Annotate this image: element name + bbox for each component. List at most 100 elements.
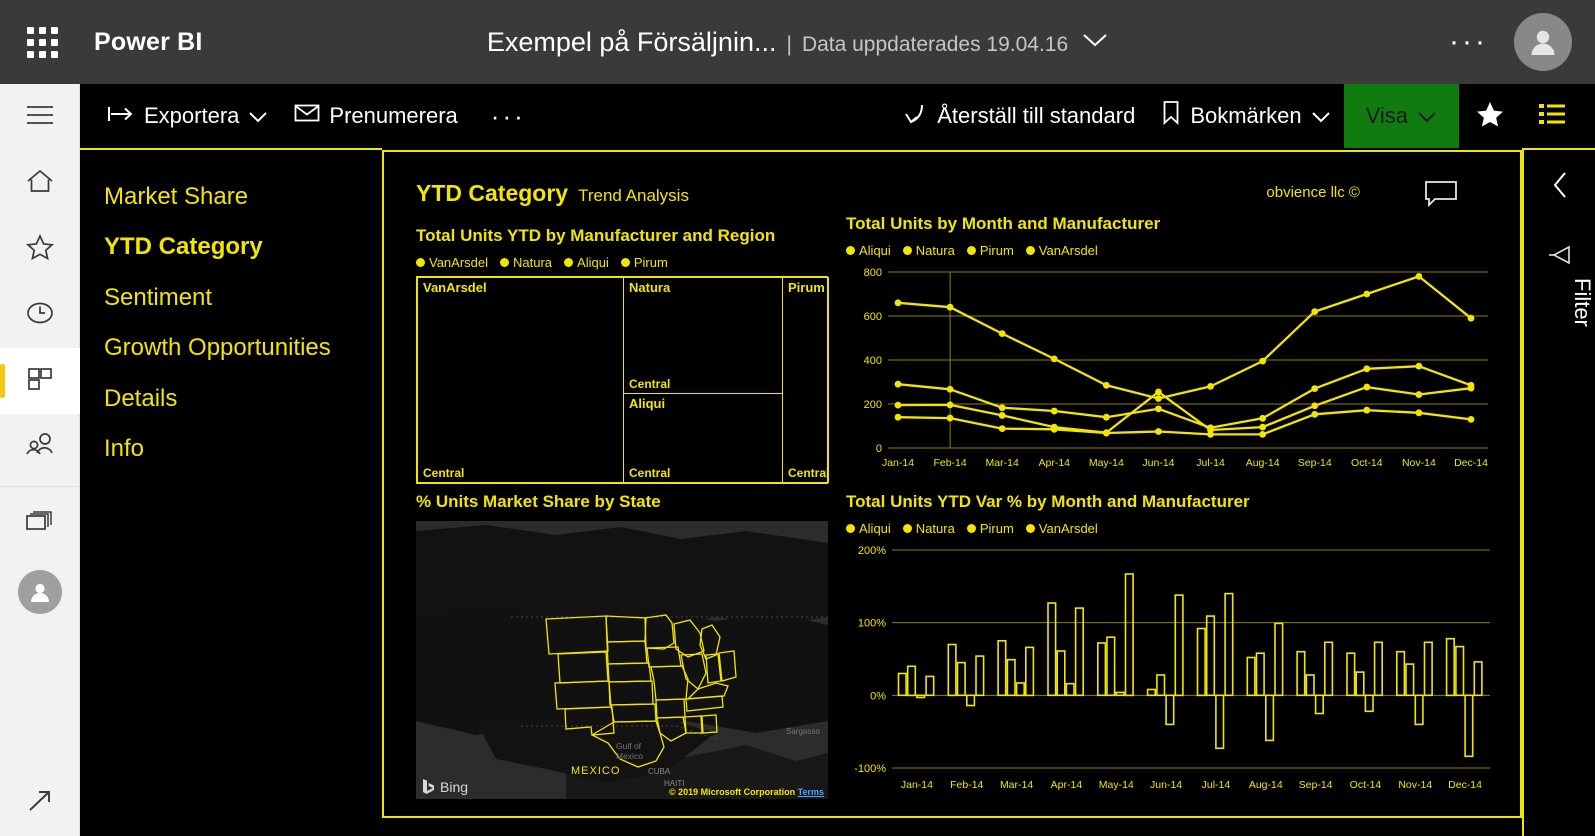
bar-pirum-aug-14[interactable]	[1264, 694, 1275, 742]
bar-vanarsdel-jan-14[interactable]	[925, 675, 935, 697]
bar-pirum-oct-14[interactable]	[1364, 694, 1374, 713]
map-plot[interactable]: MEXICO Gulf of Mexico CUBA HAITI Sargass…	[416, 521, 828, 799]
bar-natura-may-14[interactable]	[1106, 636, 1116, 697]
bar-vanarsdel-jun-14[interactable]	[1174, 594, 1184, 697]
treemap-node-natura[interactable]: Natura Central	[623, 277, 783, 394]
ellipsis-icon[interactable]: ···	[1423, 27, 1514, 57]
data-point[interactable]	[1467, 314, 1475, 322]
data-point[interactable]	[946, 385, 954, 393]
data-point[interactable]	[1467, 416, 1475, 423]
bar-pirum-jul-14[interactable]	[1215, 694, 1225, 750]
sidebar-item-my-workspace[interactable]	[0, 559, 80, 625]
bar-vanarsdel-aug-14[interactable]	[1274, 622, 1284, 697]
data-point[interactable]	[894, 380, 902, 388]
data-point[interactable]	[1311, 308, 1319, 315]
brand-logo[interactable]: Power BI	[94, 28, 203, 57]
bar-natura-oct-14[interactable]	[1355, 671, 1365, 697]
data-point[interactable]	[1415, 391, 1423, 398]
bar-pirum-may-14[interactable]	[1115, 691, 1125, 697]
data-point[interactable]	[1155, 388, 1162, 396]
sidebar-item-favorites[interactable]	[0, 216, 80, 282]
list-view-button[interactable]	[1521, 84, 1583, 148]
data-point[interactable]	[998, 412, 1006, 419]
bar-aliqui-oct-14[interactable]	[1346, 652, 1356, 697]
filter-funnel-icon[interactable]	[1524, 244, 1595, 268]
visual-bar-chart[interactable]: Total Units YTD Var % by Month and Manuf…	[846, 492, 1496, 798]
bar-natura-jun-14[interactable]	[1156, 674, 1166, 697]
line-series-pirum[interactable]	[897, 409, 1472, 436]
bar-aliqui-jan-14[interactable]	[897, 672, 907, 697]
treemap-node-pirum[interactable]: Pirum Central	[782, 277, 829, 483]
subscribe-button[interactable]: Prenumerera	[281, 84, 470, 148]
bar-natura-feb-14[interactable]	[956, 661, 966, 697]
data-point[interactable]	[946, 414, 954, 422]
data-point[interactable]	[998, 330, 1006, 337]
bar-vanarsdel-dec-14[interactable]	[1473, 661, 1483, 697]
bar-pirum-sep-14[interactable]	[1314, 694, 1325, 715]
bar-vanarsdel-feb-14[interactable]	[975, 655, 985, 697]
bar-aliqui-nov-14[interactable]	[1395, 650, 1406, 697]
data-point[interactable]	[1363, 406, 1371, 414]
data-point[interactable]	[1050, 425, 1058, 433]
data-point[interactable]	[1467, 384, 1475, 392]
sidebar-item-apps[interactable]	[0, 348, 80, 414]
data-point[interactable]	[1363, 383, 1371, 391]
bar-natura-jul-14[interactable]	[1205, 615, 1216, 697]
bar-aliqui-apr-14[interactable]	[1047, 602, 1057, 697]
chevron-down-icon[interactable]	[1082, 32, 1108, 53]
data-point[interactable]	[1259, 430, 1267, 438]
data-point[interactable]	[1207, 383, 1214, 390]
data-point[interactable]	[1415, 409, 1423, 417]
data-point[interactable]	[1311, 385, 1319, 392]
page-nav-item-market-share[interactable]: Market Share	[102, 172, 382, 222]
data-point[interactable]	[1102, 381, 1110, 389]
line-series-vanarsdel[interactable]	[897, 275, 1472, 400]
bar-vanarsdel-may-14[interactable]	[1124, 573, 1134, 697]
data-point[interactable]	[894, 413, 902, 421]
page-nav-item-growth-opportunities[interactable]: Growth Opportunities	[102, 323, 382, 373]
data-point[interactable]	[1155, 395, 1162, 402]
data-point[interactable]	[1155, 428, 1162, 435]
bar-natura-aug-14[interactable]	[1255, 652, 1265, 697]
bar-natura-dec-14[interactable]	[1455, 645, 1465, 697]
bar-vanarsdel-oct-14[interactable]	[1373, 641, 1383, 697]
bing-logo[interactable]: Bing	[422, 778, 468, 795]
treemap-plot[interactable]: VanArsdel Central Natura Central Aliqui …	[416, 276, 829, 484]
data-point[interactable]	[1415, 362, 1423, 370]
bar-aliqui-jul-14[interactable]	[1196, 627, 1206, 697]
visual-line-chart[interactable]: Total Units by Month and Manufacturer Al…	[846, 214, 1496, 474]
more-options-button[interactable]: ···	[471, 84, 546, 148]
bar-natura-nov-14[interactable]	[1405, 663, 1415, 697]
app-launcher-icon[interactable]	[0, 0, 84, 84]
bar-vanarsdel-nov-14[interactable]	[1423, 641, 1433, 697]
line-series-aliqui[interactable]	[897, 365, 1472, 429]
bar-aliqui-mar-14[interactable]	[997, 640, 1007, 697]
bar-aliqui-jun-14[interactable]	[1146, 688, 1157, 697]
bar-aliqui-sep-14[interactable]	[1296, 650, 1306, 697]
data-point[interactable]	[1363, 290, 1371, 298]
bar-aliqui-dec-14[interactable]	[1445, 637, 1455, 697]
data-point[interactable]	[1311, 402, 1319, 410]
bar-aliqui-aug-14[interactable]	[1246, 656, 1256, 697]
data-point[interactable]	[894, 299, 902, 307]
bar-natura-apr-14[interactable]	[1056, 650, 1066, 697]
sidebar-item-shared[interactable]	[0, 414, 80, 480]
bar-vanarsdel-sep-14[interactable]	[1323, 641, 1334, 697]
data-point[interactable]	[894, 401, 902, 409]
data-point[interactable]	[1050, 407, 1058, 415]
bar-vanarsdel-jul-14[interactable]	[1224, 592, 1234, 697]
view-button[interactable]: Visa	[1343, 84, 1459, 148]
bar-pirum-mar-14[interactable]	[1015, 682, 1026, 697]
bar-pirum-apr-14[interactable]	[1065, 682, 1075, 697]
data-point[interactable]	[1102, 429, 1110, 437]
bar-natura-sep-14[interactable]	[1305, 674, 1315, 697]
data-point[interactable]	[998, 404, 1006, 412]
bar-vanarsdel-mar-14[interactable]	[1025, 646, 1035, 697]
bar-pirum-jan-14[interactable]	[916, 694, 926, 699]
visual-map[interactable]: % Units Market Share by State MEXICO Gul…	[416, 492, 828, 799]
data-point[interactable]	[1415, 273, 1423, 280]
page-nav-item-sentiment[interactable]: Sentiment	[102, 273, 382, 323]
data-point[interactable]	[1207, 430, 1214, 438]
data-point[interactable]	[1259, 414, 1267, 422]
visual-treemap[interactable]: Total Units YTD by Manufacturer and Regi…	[416, 226, 829, 484]
